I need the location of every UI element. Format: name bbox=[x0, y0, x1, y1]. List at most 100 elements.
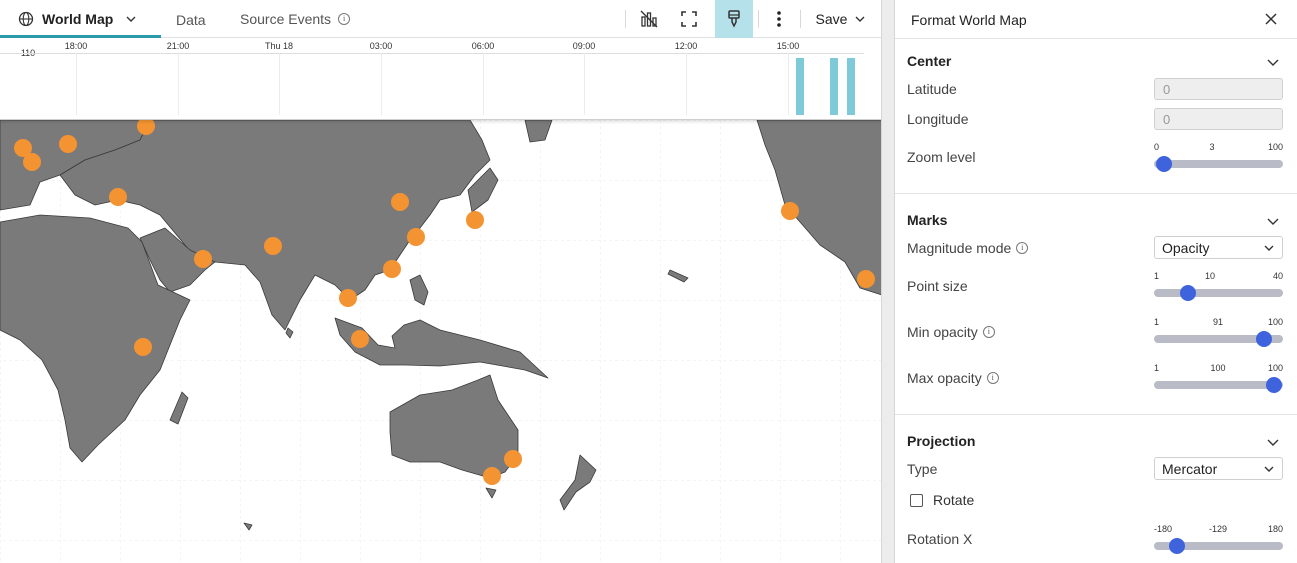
slider-value-label: 91 bbox=[1212, 317, 1224, 327]
timeline-gridline bbox=[483, 53, 484, 115]
max-opacity-text: Max opacity bbox=[907, 370, 982, 386]
timeline-tick-label: 09:00 bbox=[572, 41, 596, 51]
chevron-down-icon bbox=[1264, 245, 1274, 251]
event-timeline[interactable]: 110 18:00 21:00 Thu 18 03:00 06:00 09:00… bbox=[0, 38, 881, 120]
magnitude-mode-text: Magnitude mode bbox=[907, 240, 1012, 256]
close-icon[interactable] bbox=[1262, 10, 1280, 28]
projection-type-select[interactable]: Mercator bbox=[1154, 457, 1283, 480]
map-marker[interactable] bbox=[383, 260, 401, 278]
map-marker[interactable] bbox=[194, 250, 212, 268]
timeline-bar[interactable] bbox=[796, 58, 804, 115]
map-marker[interactable] bbox=[407, 228, 425, 246]
map-marker[interactable] bbox=[466, 211, 484, 229]
section-title-center[interactable]: Center bbox=[907, 53, 951, 69]
rotate-checkbox[interactable] bbox=[910, 494, 923, 507]
latitude-label: Latitude bbox=[907, 81, 957, 97]
slider-thumb[interactable] bbox=[1156, 156, 1172, 172]
section-divider bbox=[895, 193, 1297, 194]
map-marker[interactable] bbox=[109, 188, 127, 206]
slider-min-label: -180 bbox=[1154, 524, 1173, 534]
panel-header: Format World Map bbox=[895, 0, 1297, 39]
longitude-label: Longitude bbox=[907, 111, 969, 127]
timeline-gridline bbox=[76, 53, 77, 115]
magnitude-mode-select[interactable]: Opacity bbox=[1154, 236, 1283, 259]
min-opacity-text: Min opacity bbox=[907, 324, 978, 340]
projection-type-label: Type bbox=[907, 461, 938, 477]
timeline-gridline bbox=[686, 53, 687, 115]
map-marker[interactable] bbox=[339, 289, 357, 307]
view-tab-bar: World Map Data Source Events i Save bbox=[0, 0, 881, 38]
min-opacity-label: Min opacity i bbox=[907, 324, 995, 340]
more-options-button[interactable] bbox=[768, 0, 790, 38]
timeline-gridline bbox=[279, 53, 280, 115]
max-opacity-slider[interactable]: 1 100 100 bbox=[1154, 363, 1283, 393]
map-marker[interactable] bbox=[264, 237, 282, 255]
info-icon: i bbox=[982, 326, 995, 338]
slider-min-label: 1 bbox=[1154, 271, 1160, 281]
timeline-bar[interactable] bbox=[830, 58, 838, 115]
tab-world-map[interactable]: World Map bbox=[18, 0, 137, 38]
timeline-tick-label: 03:00 bbox=[369, 41, 393, 51]
map-marker[interactable] bbox=[59, 135, 77, 153]
format-panel: Format World Map Center Latitude 0 Longi… bbox=[894, 0, 1297, 563]
slider-thumb[interactable] bbox=[1180, 285, 1196, 301]
tab-source-events[interactable]: Source Events i bbox=[240, 0, 351, 38]
projection-type-value: Mercator bbox=[1162, 461, 1218, 477]
point-size-slider[interactable]: 1 10 40 bbox=[1154, 271, 1283, 301]
timeline-tick-label: 12:00 bbox=[674, 41, 698, 51]
map-marker[interactable] bbox=[781, 202, 799, 220]
more-vertical-icon bbox=[777, 11, 781, 27]
fullscreen-button[interactable] bbox=[676, 0, 702, 38]
map-marker[interactable] bbox=[134, 338, 152, 356]
timeline-axis bbox=[0, 53, 864, 54]
map-marker[interactable] bbox=[23, 153, 41, 171]
longitude-field[interactable]: 0 bbox=[1154, 108, 1283, 130]
info-icon: i bbox=[986, 372, 999, 384]
tab-data[interactable]: Data bbox=[176, 0, 206, 38]
slider-value-label: 3 bbox=[1209, 142, 1215, 152]
slider-thumb[interactable] bbox=[1256, 331, 1272, 347]
slider-max-label: 40 bbox=[1272, 271, 1283, 281]
chevron-down-icon[interactable] bbox=[1266, 55, 1280, 69]
panel-title: Format World Map bbox=[911, 12, 1027, 28]
world-map[interactable] bbox=[0, 117, 882, 563]
min-opacity-slider[interactable]: 1 91 100 bbox=[1154, 317, 1283, 347]
slider-min-label: 0 bbox=[1154, 142, 1160, 152]
format-button[interactable] bbox=[715, 0, 753, 38]
map-marker[interactable] bbox=[391, 193, 409, 211]
timeline-bar[interactable] bbox=[847, 58, 855, 115]
chart-toggle-button[interactable] bbox=[636, 0, 662, 38]
chevron-down-icon[interactable] bbox=[1266, 435, 1280, 449]
toolbar-divider bbox=[758, 10, 759, 28]
slider-thumb[interactable] bbox=[1169, 538, 1185, 554]
zoom-level-label: Zoom level bbox=[907, 149, 976, 165]
chevron-down-icon[interactable] bbox=[1266, 214, 1280, 228]
slider-max-label: 100 bbox=[1267, 142, 1283, 152]
slider-track[interactable] bbox=[1154, 289, 1283, 297]
max-opacity-label: Max opacity i bbox=[907, 370, 999, 386]
chevron-down-icon bbox=[1264, 466, 1274, 472]
slider-value-label: 10 bbox=[1204, 271, 1216, 281]
section-title-marks[interactable]: Marks bbox=[907, 212, 947, 228]
map-marker[interactable] bbox=[351, 330, 369, 348]
world-map-canvas[interactable] bbox=[0, 117, 882, 563]
map-marker[interactable] bbox=[857, 270, 875, 288]
toolbar-divider bbox=[625, 10, 626, 28]
slider-track[interactable] bbox=[1154, 381, 1283, 389]
section-divider bbox=[895, 414, 1297, 415]
map-marker[interactable] bbox=[504, 450, 522, 468]
tab-label: Source Events bbox=[240, 11, 332, 27]
chevron-down-icon bbox=[855, 16, 865, 22]
map-marker[interactable] bbox=[483, 467, 501, 485]
rotation-x-slider[interactable]: -180 -129 180 bbox=[1154, 524, 1283, 554]
rotate-label[interactable]: Rotate bbox=[933, 492, 974, 508]
save-button[interactable]: Save bbox=[812, 0, 870, 38]
slider-track[interactable] bbox=[1154, 160, 1283, 168]
slider-thumb[interactable] bbox=[1266, 377, 1282, 393]
map-view: World Map Data Source Events i Save 110 … bbox=[0, 0, 882, 563]
zoom-level-slider[interactable]: 0 3 100 bbox=[1154, 142, 1283, 172]
latitude-field[interactable]: 0 bbox=[1154, 78, 1283, 100]
magnitude-mode-value: Opacity bbox=[1162, 240, 1210, 256]
section-title-projection[interactable]: Projection bbox=[907, 433, 975, 449]
slider-value-label: 100 bbox=[1210, 363, 1226, 373]
